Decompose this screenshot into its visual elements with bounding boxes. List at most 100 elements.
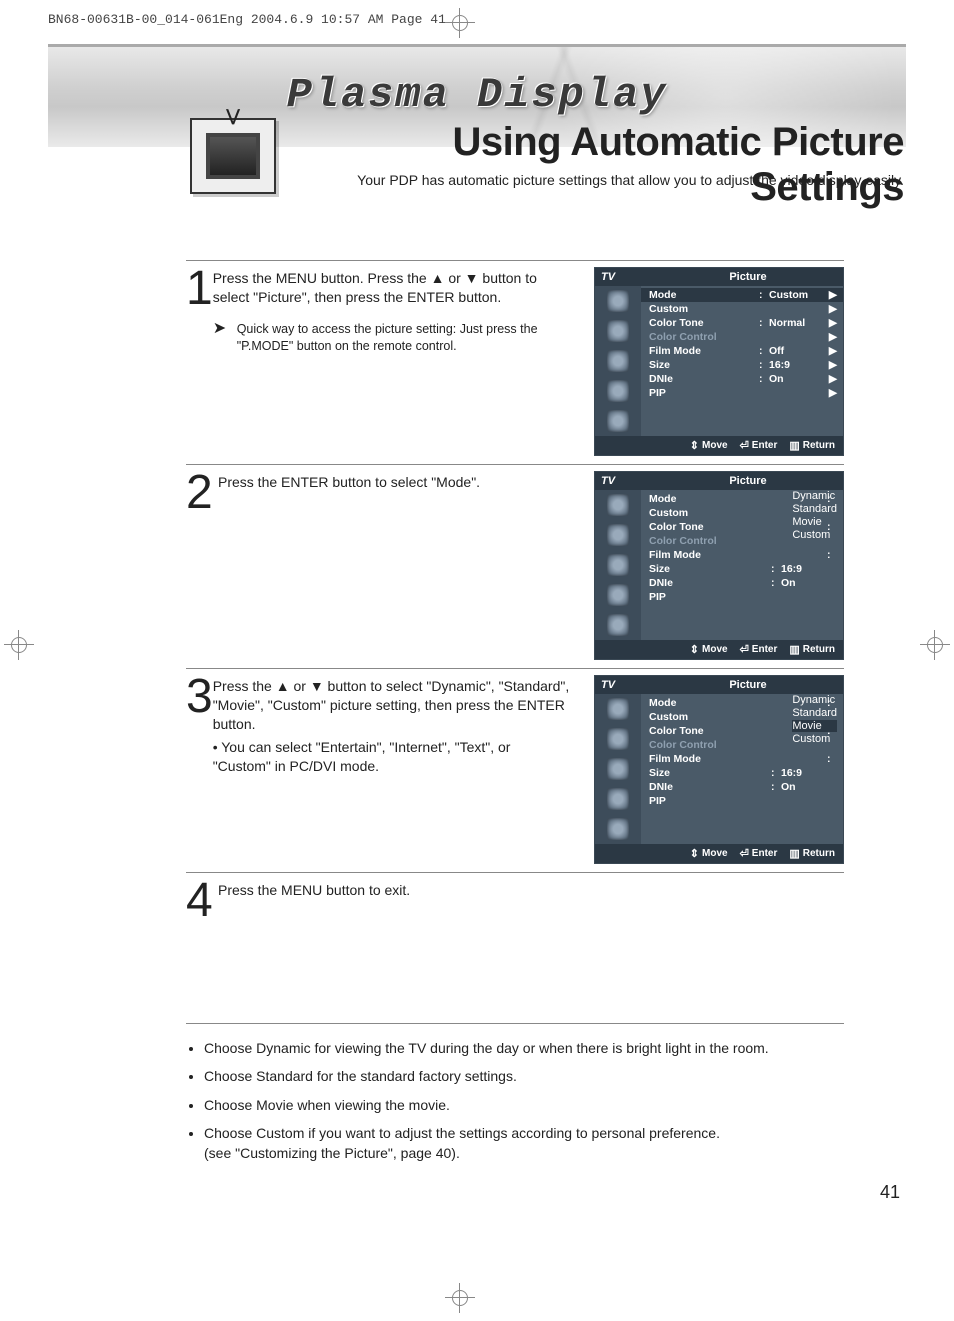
caret-right-icon: ▶ [825,331,837,343]
step-bullet: • You can select "Entertain", "Internet"… [213,738,571,776]
osd-row-dnie: DNIe:On▶ [641,372,843,386]
step-text: Press the ▲ or ▼ button to select "Dynam… [213,677,571,734]
osd-row-pip: PIP [641,590,843,604]
osd-option: Standard [792,503,837,515]
osd-option: Custom [792,733,837,745]
osd-row-custom: Custom▶ [641,302,843,316]
page-subtitle: Your PDP has automatic picture settings … [294,172,904,188]
page-number: 41 [880,1182,900,1203]
registration-mark-icon [4,630,34,660]
osd-menu-icon [607,350,629,372]
notes-section: Choose Dynamic for viewing the TV during… [186,1023,844,1163]
osd-row-size: Size:16:9 [641,766,843,780]
step-number: 4 [186,879,218,939]
tip-arrow-icon: ➤ [213,321,237,355]
step-2: 2 Press the ENTER button to select "Mode… [186,464,844,660]
osd-footer: ⇕Move ⏎Enter ▥Return [595,844,843,863]
osd-row-size: Size:16:9 [641,562,843,576]
antenna-icon: ⋁ [226,106,239,126]
tv-icon: ⋁ [190,118,276,194]
osd-menu-icon [607,614,629,636]
osd-option: Movie [792,516,837,528]
osd-tv-label: TV [595,472,653,490]
osd-menu-icon [607,698,629,720]
crop-mark-icon [445,1283,475,1313]
osd-screenshot-2: TV Picture Mode: Custom [594,471,844,660]
osd-title: Picture [653,472,843,490]
step-4: 4 Press the MENU button to exit. [186,872,844,939]
enter-icon: ⏎ [740,439,749,452]
content-area: 1 Press the MENU button. Press the ▲ or … [186,260,844,1171]
step-text: Press the ENTER button to select "Mode". [218,473,480,492]
enter-icon: ⏎ [740,643,749,656]
osd-row-mode: Mode:Custom▶ [641,288,843,302]
step-tip: Quick way to access the picture setting:… [237,321,571,355]
updown-icon: ⇕ [690,439,699,452]
osd-row-film-mode: Film Mode: [641,752,843,766]
osd-menu-icon [607,410,629,432]
osd-option: Dynamic [792,490,837,502]
print-slug: BN68-00631B-00_014-061Eng 2004.6.9 10:57… [48,12,446,27]
osd-title: Picture [653,268,843,286]
osd-menu-icon [607,494,629,516]
caret-right-icon: ▶ [825,359,837,371]
osd-icon-column [595,694,641,844]
osd-row-pip: PIP [641,794,843,808]
crop-mark-icon [445,8,475,38]
return-icon: ▥ [789,847,799,860]
osd-option: Custom [792,529,837,541]
step-number: 2 [186,471,218,660]
osd-row-color-tone: Color Tone:Normal▶ [641,316,843,330]
step-3: 3 Press the ▲ or ▼ button to select "Dyn… [186,668,844,864]
osd-screenshot-1: TV Picture Mode:Custo [594,267,844,456]
updown-icon: ⇕ [690,847,699,860]
page-title: Using Automatic Picture Settings [294,120,904,210]
osd-menu-icon [607,758,629,780]
caret-right-icon: ▶ [825,317,837,329]
osd-row-film-mode: Film Mode: [641,548,843,562]
osd-tv-label: TV [595,268,653,286]
osd-menu-icon [607,788,629,810]
osd-menu-icon [607,554,629,576]
step-number: 1 [186,267,213,456]
osd-row-size: Size:16:9▶ [641,358,843,372]
osd-mode-options: Dynamic Standard Movie Custom [792,490,837,541]
caret-right-icon: ▶ [825,373,837,385]
osd-row-dnie: DNIe:On [641,576,843,590]
osd-menu-icon [607,728,629,750]
osd-menu-icon [607,290,629,312]
enter-icon: ⏎ [740,847,749,860]
osd-option: Standard [792,707,837,719]
manual-page: BN68-00631B-00_014-061Eng 2004.6.9 10:57… [0,0,954,1321]
note-item: Choose Dynamic for viewing the TV during… [204,1038,844,1058]
return-icon: ▥ [789,643,799,656]
osd-option: Dynamic [792,694,837,706]
osd-footer: ⇕Move ⏎Enter ▥Return [595,640,843,659]
osd-menu-icon [607,584,629,606]
osd-tv-label: TV [595,676,653,694]
caret-right-icon: ▶ [825,345,837,357]
step-1: 1 Press the MENU button. Press the ▲ or … [186,260,844,456]
osd-icon-column [595,490,641,640]
updown-icon: ⇕ [690,643,699,656]
osd-row-film-mode: Film Mode:Off▶ [641,344,843,358]
osd-icon-column [595,286,641,436]
note-item: Choose Standard for the standard factory… [204,1066,844,1086]
osd-footer: ⇕Move ⏎Enter ▥Return [595,436,843,455]
step-text: Press the MENU button. Press the ▲ or ▼ … [213,269,571,307]
osd-row-color-control: Color Control▶ [641,330,843,344]
osd-menu-icon [607,524,629,546]
osd-row-dnie: DNIe:On [641,780,843,794]
osd-menu-icon [607,380,629,402]
caret-right-icon: ▶ [825,387,837,399]
return-icon: ▥ [789,439,799,452]
note-item: Choose Custom if you want to adjust the … [204,1123,844,1164]
osd-menu-icon [607,818,629,840]
note-item: Choose Movie when viewing the movie. [204,1095,844,1115]
caret-right-icon: ▶ [825,289,837,301]
step-number: 3 [186,675,213,864]
step-text: Press the MENU button to exit. [218,881,410,900]
brand-title: Plasma Display [48,71,906,119]
osd-menu-icon [607,320,629,342]
osd-title: Picture [653,676,843,694]
